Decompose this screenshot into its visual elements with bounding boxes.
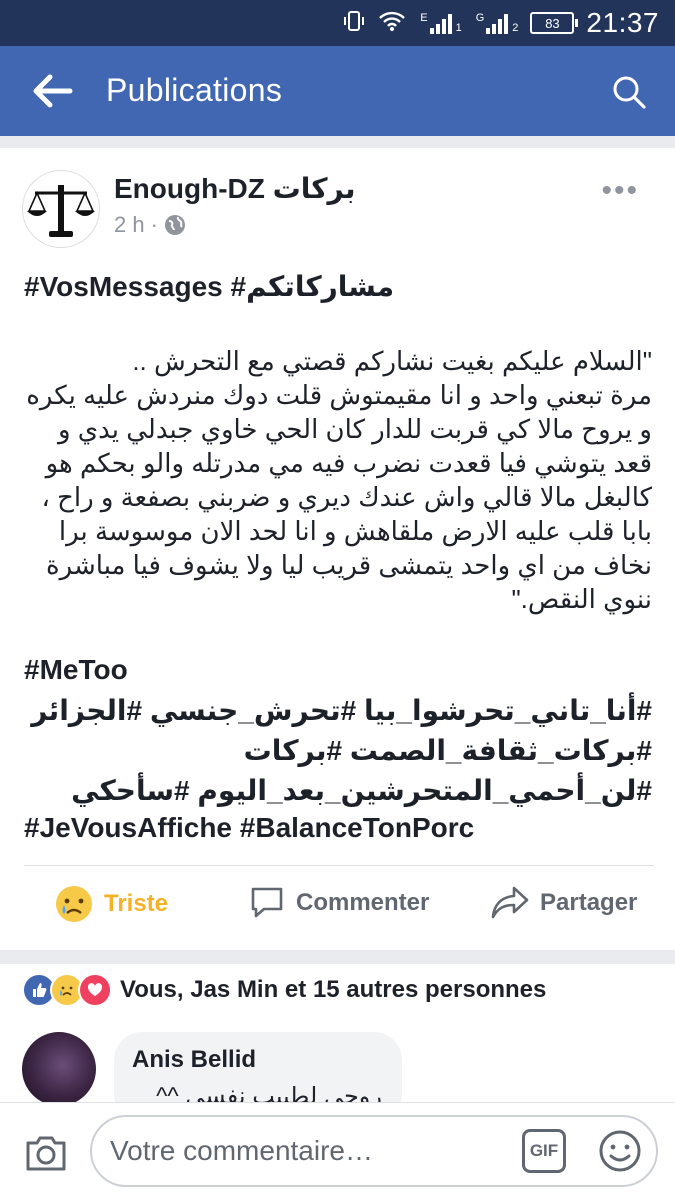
wifi-icon bbox=[378, 10, 406, 37]
hashtags-arabic-2[interactable]: #بركات_ثقافة_الصمت #بركات bbox=[244, 734, 652, 767]
reaction-icons bbox=[22, 973, 112, 1007]
reaction-button[interactable]: Triste bbox=[54, 884, 168, 924]
vibrate-icon bbox=[342, 9, 366, 38]
post-body-line: و يروح مالا كي قربت للدار كان الحي خاوي … bbox=[57, 414, 652, 444]
section-separator bbox=[0, 950, 675, 964]
back-button[interactable] bbox=[30, 72, 74, 110]
sad-face-icon bbox=[56, 886, 92, 922]
post-body-line: نخاف من اي واحد يتمشى قريب ليا ولا يشوف … bbox=[46, 550, 652, 580]
post-time[interactable]: 2 h bbox=[114, 212, 145, 238]
share-label: Partager bbox=[540, 889, 638, 916]
network-type-2: G bbox=[475, 12, 485, 24]
reaction-label: Triste bbox=[104, 890, 169, 917]
comment-composer: Votre commentaire… GIF bbox=[0, 1102, 675, 1201]
dot-separator: · bbox=[150, 212, 158, 237]
share-arrow-icon bbox=[491, 886, 529, 919]
hashtags-arabic-1[interactable]: #أنا_تاني_تحرشوا_بيا #تحرش_جنسي #الجزائر bbox=[31, 694, 652, 727]
sim-label-2: 2 bbox=[512, 22, 519, 34]
post-body-line: "السلام عليكم بغيت نشاركم قصتي مع التحرش… bbox=[132, 346, 652, 376]
arrow-left-icon bbox=[33, 74, 73, 108]
signal-icon-sim1: E 1 bbox=[418, 12, 462, 34]
post-actions: Triste Commenter Partager bbox=[0, 870, 675, 946]
hashtags-bottom[interactable]: #JeVousAffiche #BalanceTonPorc bbox=[24, 812, 474, 844]
comment-label: Commenter bbox=[296, 889, 430, 916]
battery-icon: 83 bbox=[530, 12, 579, 34]
search-button[interactable] bbox=[609, 72, 649, 112]
post-author[interactable]: Enough-DZ بركات bbox=[114, 172, 356, 205]
comment-input[interactable]: Votre commentaire… bbox=[90, 1115, 658, 1187]
camera-button[interactable] bbox=[24, 1131, 68, 1175]
scales-logo-icon bbox=[24, 172, 98, 246]
post-body-line: مرة تبعني واحد و انا مقيمتوش قلت دوك منر… bbox=[26, 380, 652, 410]
status-icons: E 1 G 2 83 21:37 bbox=[342, 6, 659, 40]
reactions-summary[interactable]: Vous, Jas Min et 15 autres personnes bbox=[22, 968, 546, 1012]
post-body-line: قعد يتوشي فيا قعدت نضرب فيه مي مدرتله وا… bbox=[45, 448, 652, 478]
globe-icon bbox=[164, 215, 185, 235]
status-bar: E 1 G 2 83 21:37 bbox=[0, 0, 675, 46]
search-icon bbox=[613, 76, 646, 109]
divider bbox=[24, 865, 654, 866]
emoji-button[interactable] bbox=[598, 1129, 642, 1173]
post-hashtags-top[interactable]: #VosMessages #مشاركاتكم bbox=[24, 270, 394, 303]
hashtag-metoo[interactable]: #MeToo bbox=[24, 654, 128, 686]
more-options-button[interactable]: ••• bbox=[601, 174, 639, 208]
commenter-name[interactable]: Anis Bellid bbox=[132, 1046, 256, 1074]
post-body-line: ننوي النقص." bbox=[511, 584, 652, 614]
signal-icon-sim2: G 2 bbox=[474, 12, 519, 34]
share-button[interactable]: Partager bbox=[490, 884, 637, 922]
post-body: "السلام عليكم بغيت نشاركم قصتي مع التحرش… bbox=[24, 344, 652, 616]
post-body-line: بابا قلب عليه الارض ملقاهش و انا لحد الا… bbox=[58, 516, 652, 546]
page-avatar[interactable] bbox=[22, 170, 100, 248]
clock: 21:37 bbox=[586, 7, 659, 38]
post-card: Enough-DZ بركات 2 h · ••• #VosMessages #… bbox=[0, 148, 675, 1200]
post-body-line: كالبغل مالا قالي واش عندك ديري و ضربني ب… bbox=[41, 482, 652, 512]
more-dots-icon: ••• bbox=[601, 174, 639, 207]
page-title: Publications bbox=[106, 72, 283, 108]
gif-button[interactable]: GIF bbox=[522, 1129, 566, 1173]
hashtags-arabic-3[interactable]: #لن_أحمي_المتحرشين_بعد_اليوم #سأحكي bbox=[71, 774, 652, 807]
comment-bubble-icon bbox=[251, 887, 283, 918]
reactions-text: Vous, Jas Min et 15 autres personnes bbox=[120, 976, 547, 1003]
comment-button[interactable]: Commenter bbox=[248, 884, 429, 922]
network-type-1: E bbox=[420, 12, 428, 24]
post-meta: 2 h · bbox=[114, 212, 186, 238]
love-icon bbox=[78, 973, 112, 1007]
smiley-icon bbox=[599, 1130, 641, 1172]
battery-level: 83 bbox=[545, 15, 560, 31]
commenter-avatar[interactable] bbox=[22, 1032, 96, 1106]
app-bar: Publications bbox=[0, 46, 675, 136]
camera-icon bbox=[26, 1136, 66, 1171]
sim-label-1: 1 bbox=[455, 22, 462, 34]
